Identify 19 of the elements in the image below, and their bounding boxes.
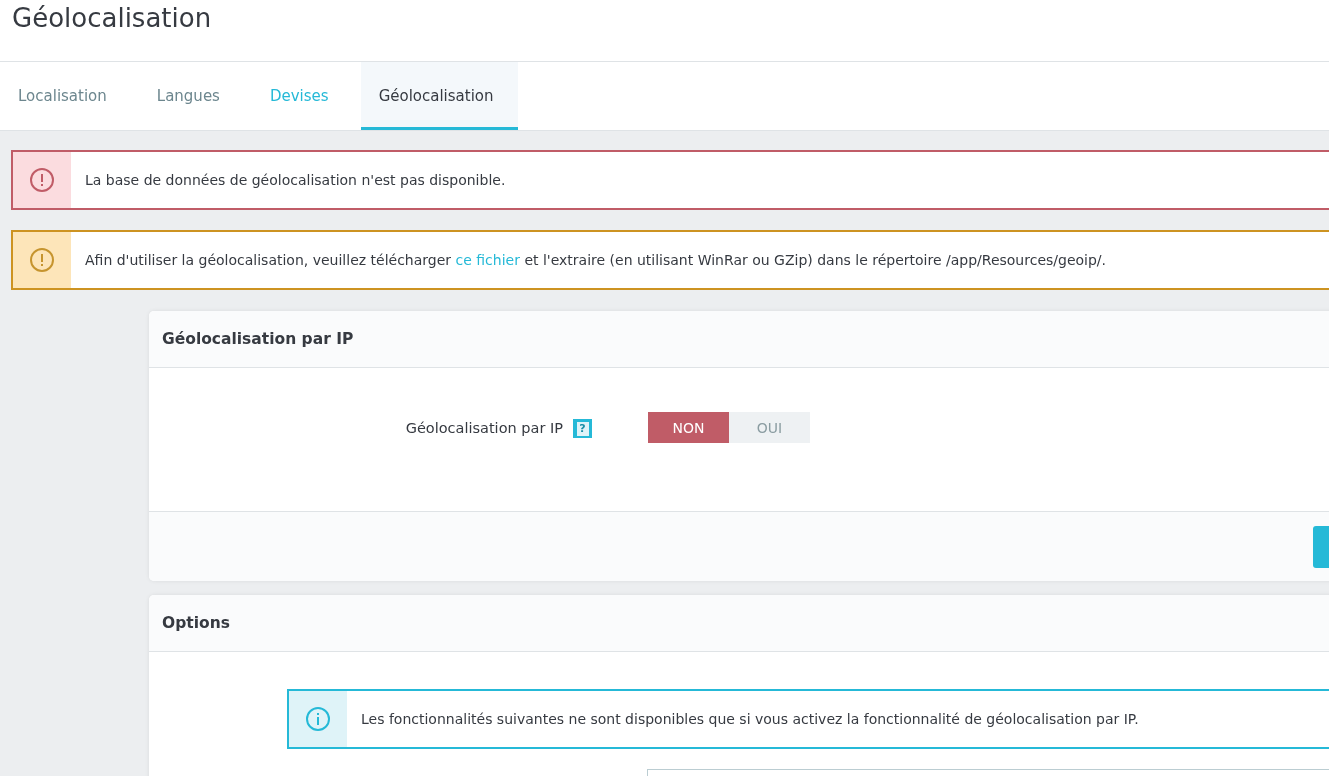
- page-title: Géolocalisation: [12, 2, 212, 35]
- info-icon: [305, 706, 331, 732]
- toggle-option[interactable]: OUI: [729, 412, 810, 443]
- file-link[interactable]: ce fichier: [455, 252, 520, 268]
- field-label: Géolocalisation par IP: [404, 419, 563, 438]
- toggle-option[interactable]: NON: [648, 412, 729, 443]
- exclamation-icon: [29, 167, 55, 193]
- tab[interactable]: Localisation: [0, 62, 131, 130]
- tab[interactable]: Géolocalisation: [360, 62, 518, 130]
- card-title: Options: [162, 614, 230, 632]
- tab[interactable]: Devises: [251, 62, 353, 130]
- tab[interactable]: Langues: [138, 62, 244, 130]
- alert-message: Afin d'utiliser la géolocalisation, veuillez télécharger ce fichier et l'extraire (en utilisant WinRar ou GZip) dans le répertoire /app/Resources/geoip/.: [84, 252, 1106, 268]
- exclamation-icon: [29, 247, 55, 273]
- help-icon[interactable]: ?: [573, 419, 592, 438]
- button[interactable]: [1313, 525, 1329, 568]
- alert-message: La base de données de géolocalisation n'est pas disponible.: [84, 172, 506, 188]
- card-title: Géolocalisation par IP: [162, 330, 354, 348]
- alert-message: Les fonctionnalités suivantes ne sont disponibles que si vous activez la fonctionnalité de géolocalisation par IP.: [360, 711, 1139, 727]
